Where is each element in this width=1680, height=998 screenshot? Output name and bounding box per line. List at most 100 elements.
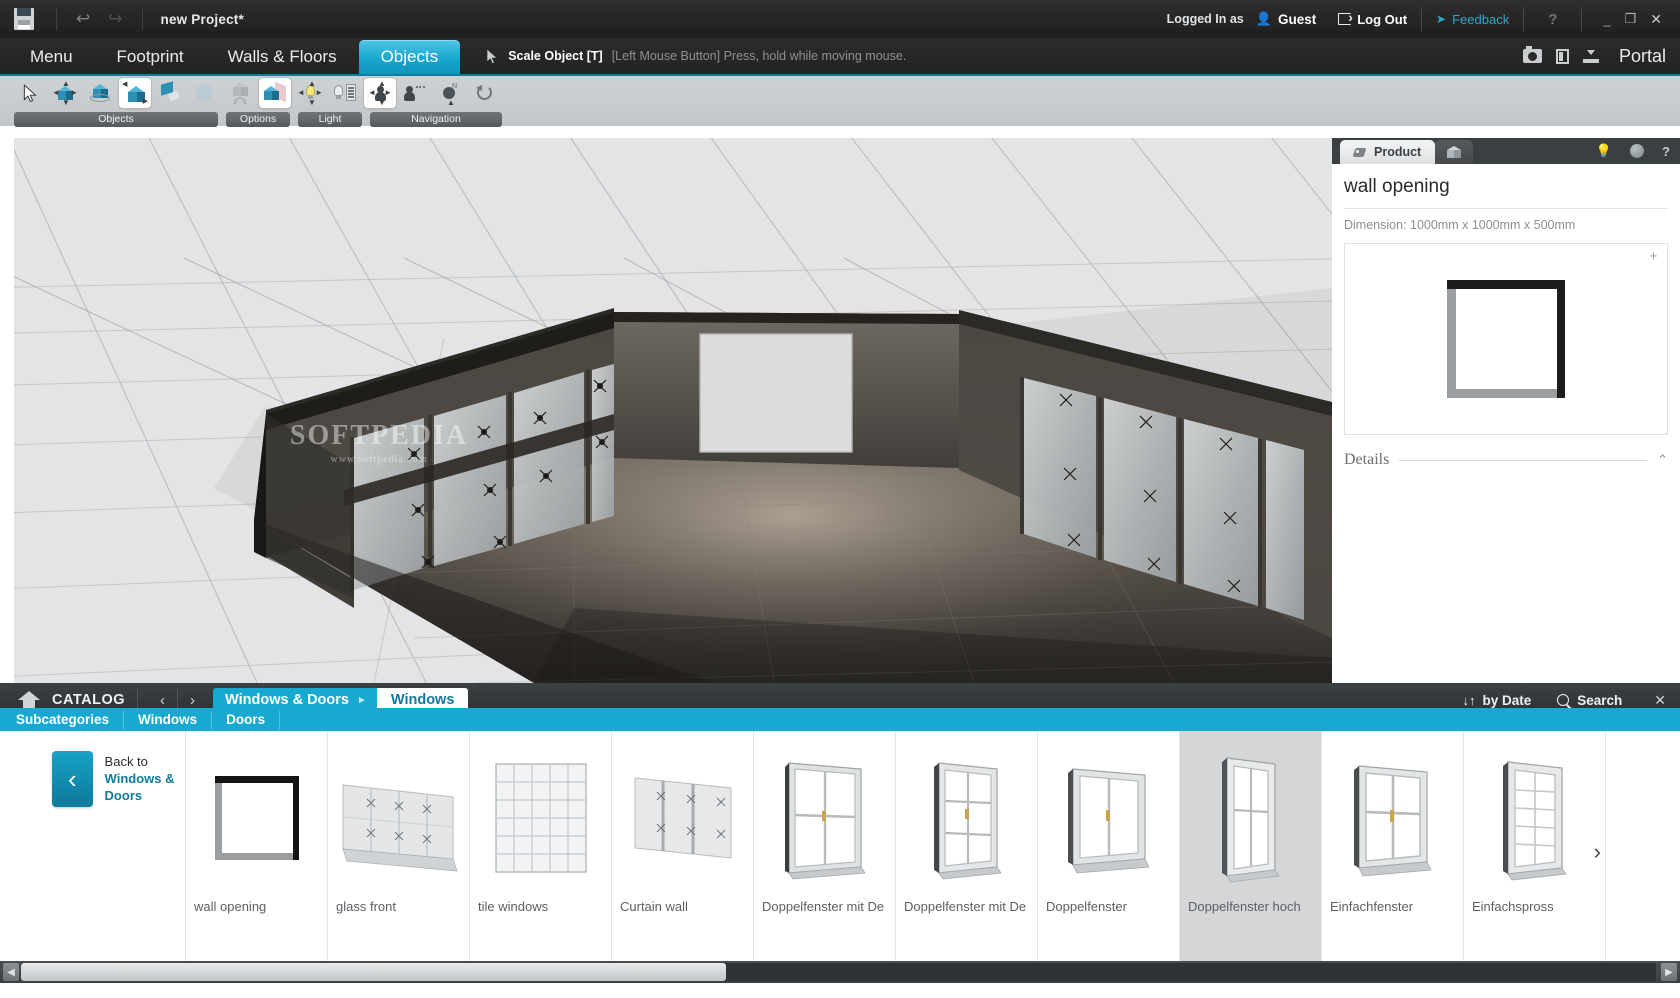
export-icon[interactable] bbox=[1582, 49, 1599, 63]
pan-navigation-tool[interactable] bbox=[399, 78, 431, 108]
select-cursor-tool[interactable] bbox=[14, 78, 46, 108]
catalog-item[interactable]: glass front bbox=[328, 731, 470, 961]
minimize-button[interactable]: _ bbox=[1596, 12, 1617, 27]
subcategory-windows[interactable]: Windows bbox=[138, 712, 197, 727]
question-icon[interactable]: ? bbox=[1662, 144, 1670, 159]
catalog-item-label: Doppelfenster bbox=[1046, 899, 1127, 914]
title-bar-left: ↩ ↪ new Project* bbox=[0, 0, 244, 38]
group-label-objects: Objects bbox=[14, 112, 218, 127]
catalog-next-page-icon[interactable]: › bbox=[1594, 839, 1601, 865]
status-area: Scale Object [T] [Left Mouse Button] Pre… bbox=[486, 38, 906, 74]
scrollbar-thumb[interactable] bbox=[21, 963, 726, 981]
paint-object-tool[interactable] bbox=[154, 78, 186, 108]
catalog-item[interactable]: Doppelfenster bbox=[1038, 731, 1180, 961]
sort-by-date-button[interactable]: ↓↑ by Date bbox=[1462, 693, 1531, 708]
back-to-category-cell[interactable]: ‹ Back to Windows & Doors bbox=[0, 731, 186, 961]
divider bbox=[123, 710, 125, 729]
compass-navigation-tool[interactable]: N ▲ bbox=[434, 78, 466, 108]
subcategories-label: Subcategories bbox=[16, 712, 110, 727]
chevron-up-icon[interactable]: ⌃ bbox=[1657, 452, 1668, 468]
3d-viewport[interactable]: SOFTPEDIA www.softpedia.com bbox=[14, 138, 1332, 683]
catalog-item-label: wall opening bbox=[194, 899, 267, 914]
search-button[interactable]: Search bbox=[1557, 693, 1622, 708]
3d-scene[interactable] bbox=[14, 138, 1332, 683]
tab-walls-floors[interactable]: Walls & Floors bbox=[206, 40, 359, 74]
catalog-item-label: Doppelfenster hoch bbox=[1188, 899, 1301, 914]
move-object-tool[interactable]: ◄ ► ▲ ▼ bbox=[49, 78, 81, 108]
subcategory-doors[interactable]: Doors bbox=[226, 712, 265, 727]
cursor-icon bbox=[486, 47, 499, 65]
wall-opening-thumb bbox=[186, 731, 327, 899]
group-label-options: Options bbox=[226, 112, 290, 127]
scale-object-tool[interactable]: ◀ ▶ bbox=[119, 78, 151, 108]
tab-product[interactable]: Product bbox=[1340, 140, 1436, 164]
product-panel-tab-actions: 💡 ? bbox=[1596, 138, 1680, 164]
tab-footprint[interactable]: Footprint bbox=[95, 40, 206, 74]
panel-icon[interactable] bbox=[1555, 48, 1569, 64]
scroll-left-button[interactable]: ◀ bbox=[3, 963, 19, 981]
back-text: Back to Windows & Doors bbox=[105, 751, 185, 804]
globe-icon[interactable] bbox=[1630, 144, 1645, 158]
tab-object[interactable] bbox=[1435, 140, 1474, 164]
tile-windows-thumb bbox=[470, 731, 611, 899]
object-toolbar: ◄ ► ▲ ▼ ◀ ▶ ◄ ► ▲ ▼ ◄ ► ▲ ▼ N ▲ ◀ Object… bbox=[0, 74, 1680, 127]
catalog-item[interactable]: Einfachspross › bbox=[1464, 731, 1606, 961]
product-panel: Product 💡 ? wall opening Dimension: 1000… bbox=[1332, 138, 1680, 683]
maximize-button[interactable]: ❐ bbox=[1618, 11, 1644, 27]
product-panel-body: wall opening Dimension: 1000mm x 1000mm … bbox=[1332, 164, 1680, 683]
details-section-header[interactable]: Details ⌃ bbox=[1344, 435, 1668, 469]
walk-navigation-tool[interactable]: ◄ ► ▲ ▼ bbox=[364, 78, 396, 108]
align-object-tool[interactable] bbox=[259, 78, 291, 108]
reset-view-tool[interactable]: ◀ bbox=[469, 78, 501, 108]
scrollbar-track[interactable] bbox=[21, 963, 1656, 981]
catalog-item-label: Einfachspross bbox=[1472, 899, 1554, 914]
redo-icon[interactable]: ↪ bbox=[99, 0, 131, 38]
project-title: new Project* bbox=[160, 11, 244, 27]
tab-objects[interactable]: Objects bbox=[358, 40, 461, 74]
camera-icon[interactable] bbox=[1522, 46, 1542, 63]
catalog-item[interactable]: tile windows bbox=[470, 731, 612, 961]
catalog-item[interactable]: wall opening bbox=[186, 731, 328, 961]
portal-label[interactable]: Portal bbox=[1613, 46, 1670, 67]
catalog-item[interactable]: Einfachfenster bbox=[1322, 731, 1464, 961]
back-button[interactable]: ‹ bbox=[52, 751, 93, 807]
catalog-item[interactable]: Doppelfenster mit De bbox=[754, 731, 896, 961]
divider bbox=[56, 8, 57, 30]
single-window-thumb bbox=[1322, 731, 1463, 899]
close-button[interactable]: ✕ bbox=[1643, 11, 1672, 28]
feedback-button[interactable]: ➤ Feedback bbox=[1436, 12, 1509, 27]
cube-icon bbox=[1447, 145, 1462, 159]
sort-icon: ↓↑ bbox=[1462, 692, 1476, 708]
duplicate-object-tool[interactable] bbox=[189, 78, 221, 108]
search-label: Search bbox=[1577, 692, 1623, 708]
product-preview[interactable]: + bbox=[1344, 243, 1668, 435]
tag-icon bbox=[1354, 146, 1368, 159]
catalog-prev-icon[interactable]: ‹ bbox=[150, 692, 175, 709]
catalog-horizontal-scrollbar[interactable]: ◀ ▶ bbox=[0, 961, 1680, 983]
catalog-item[interactable]: Doppelfenster mit De bbox=[896, 731, 1038, 961]
rotate-object-tool[interactable] bbox=[84, 78, 116, 108]
scroll-right-button[interactable]: ▶ bbox=[1661, 963, 1677, 981]
tab-menu[interactable]: Menu bbox=[8, 40, 95, 74]
light-adjust-tool[interactable]: ◄ ► ▲ ▼ bbox=[294, 78, 326, 108]
help-icon[interactable]: ? bbox=[1538, 11, 1567, 28]
title-bar: ↩ ↪ new Project* Logged In as 👤 Guest Lo… bbox=[0, 0, 1680, 38]
catalog-next-icon[interactable]: › bbox=[180, 692, 205, 709]
catalog-item[interactable]: Doppelfenster hoch bbox=[1180, 731, 1322, 961]
bulb-icon[interactable]: 💡 bbox=[1596, 143, 1612, 159]
move-arrows-icon: ◄ ► ▲ ▼ bbox=[52, 79, 78, 107]
logout-button[interactable]: Log Out bbox=[1338, 9, 1407, 27]
breadcrumb-label: Windows & Doors bbox=[225, 692, 349, 708]
product-panel-tabs: Product 💡 ? bbox=[1332, 138, 1680, 164]
divider bbox=[1523, 7, 1525, 31]
snap-object-tool[interactable] bbox=[224, 78, 256, 108]
group-label-light: Light bbox=[298, 112, 362, 127]
user-name: Guest bbox=[1277, 11, 1317, 27]
catalog-item[interactable]: Curtain wall bbox=[612, 731, 754, 961]
expand-preview-icon[interactable]: + bbox=[1647, 249, 1660, 263]
glass-front-thumb bbox=[328, 731, 469, 899]
close-catalog-icon[interactable]: ✕ bbox=[1654, 692, 1666, 709]
save-icon[interactable] bbox=[14, 8, 34, 30]
light-settings-tool[interactable] bbox=[329, 78, 361, 108]
undo-icon[interactable]: ↩ bbox=[67, 0, 99, 38]
